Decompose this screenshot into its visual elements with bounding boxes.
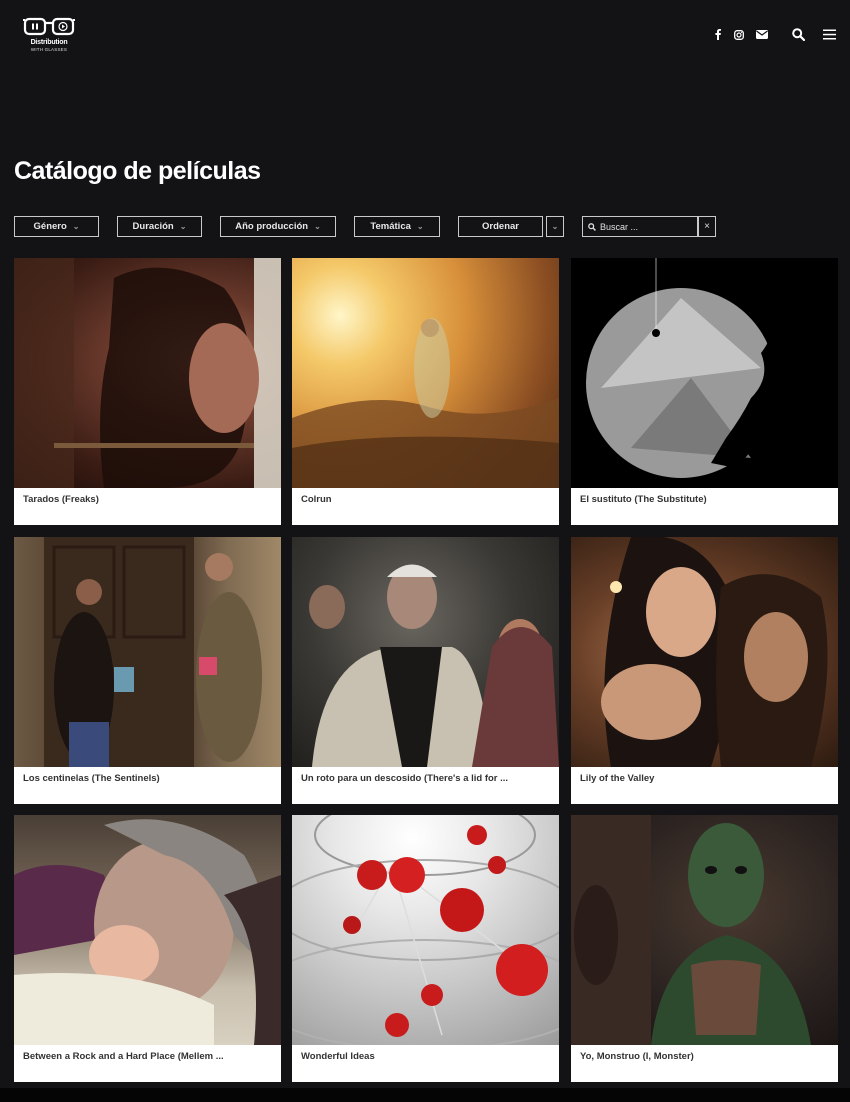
film-card[interactable]: Lily of the Valley (571, 537, 838, 804)
film-title[interactable]: Tarados (Freaks) (23, 494, 273, 505)
film-card[interactable]: Un roto para un descosido (There's a lid… (292, 537, 559, 804)
film-title[interactable]: Between a Rock and a Hard Place (Mellem … (23, 1051, 273, 1062)
duration-filter-dropdown[interactable]: Duración ⌄ (117, 216, 202, 237)
film-card[interactable]: Tarados (Freaks) (14, 258, 281, 525)
instagram-icon[interactable] (734, 29, 744, 40)
chevron-down-icon: ⌄ (551, 222, 559, 231)
site-logo[interactable]: Distribution WITH GLASSES (20, 16, 78, 62)
film-title[interactable]: Lily of the Valley (580, 773, 830, 784)
film-card[interactable]: Los centinelas (The Sentinels) (14, 537, 281, 804)
glasses-logo-icon (23, 17, 75, 36)
sort-dropdown[interactable]: Ordenar (458, 216, 543, 237)
film-title[interactable]: Wonderful Ideas (301, 1051, 551, 1062)
year-filter-dropdown[interactable]: Año producción ⌄ (220, 216, 336, 237)
film-title[interactable]: Yo, Monstruo (I, Monster) (580, 1051, 830, 1062)
film-thumbnail[interactable] (14, 537, 281, 767)
theme-filter-label: Temática (370, 221, 411, 232)
chevron-down-icon: ⌄ (72, 222, 80, 231)
theme-filter-dropdown[interactable]: Temática ⌄ (354, 216, 440, 237)
clear-search-button[interactable]: × (698, 216, 716, 237)
film-thumbnail[interactable] (14, 815, 281, 1045)
facebook-icon[interactable] (715, 29, 721, 40)
sort-direction-button[interactable]: ⌄ (546, 216, 564, 237)
film-thumbnail[interactable] (571, 537, 838, 767)
film-thumbnail[interactable] (292, 815, 559, 1045)
logo-text: Distribution (30, 39, 68, 46)
genre-filter-label: Género (33, 221, 67, 232)
year-filter-label: Año producción (235, 221, 309, 232)
chevron-down-icon: ⌄ (416, 222, 424, 231)
film-card[interactable]: Colrun (292, 258, 559, 525)
film-card[interactable]: El sustituto (The Substitute) (571, 258, 838, 525)
film-card[interactable]: Wonderful Ideas (292, 815, 559, 1082)
film-title[interactable]: Colrun (301, 494, 551, 505)
site-header: Distribution WITH GLASSES (0, 0, 850, 80)
film-thumbnail[interactable] (292, 537, 559, 767)
header-actions (715, 28, 836, 41)
film-title[interactable]: El sustituto (The Substitute) (580, 494, 830, 505)
search-icon (588, 222, 596, 231)
search-input[interactable] (600, 221, 690, 232)
mail-icon[interactable] (756, 30, 768, 39)
menu-icon[interactable] (823, 29, 836, 40)
film-thumbnail[interactable] (292, 258, 559, 488)
search-icon[interactable] (792, 28, 805, 41)
search-field[interactable] (582, 216, 698, 237)
duration-filter-label: Duración (132, 221, 174, 232)
film-title[interactable]: Un roto para un descosido (There's a lid… (301, 773, 551, 784)
chevron-down-icon: ⌄ (314, 222, 321, 231)
film-card[interactable]: Between a Rock and a Hard Place (Mellem … (14, 815, 281, 1082)
genre-filter-dropdown[interactable]: Género ⌄ (14, 216, 99, 237)
footer-strip (0, 1088, 850, 1102)
film-card[interactable]: Yo, Monstruo (I, Monster) (571, 815, 838, 1082)
logo-subtext: WITH GLASSES (30, 47, 68, 52)
film-title[interactable]: Los centinelas (The Sentinels) (23, 773, 273, 784)
chevron-down-icon: ⌄ (179, 222, 187, 231)
film-thumbnail[interactable] (571, 258, 838, 488)
page-title: Catálogo de películas (14, 157, 261, 185)
film-thumbnail[interactable] (14, 258, 281, 488)
film-thumbnail[interactable] (571, 815, 838, 1045)
sort-label: Ordenar (482, 221, 519, 232)
